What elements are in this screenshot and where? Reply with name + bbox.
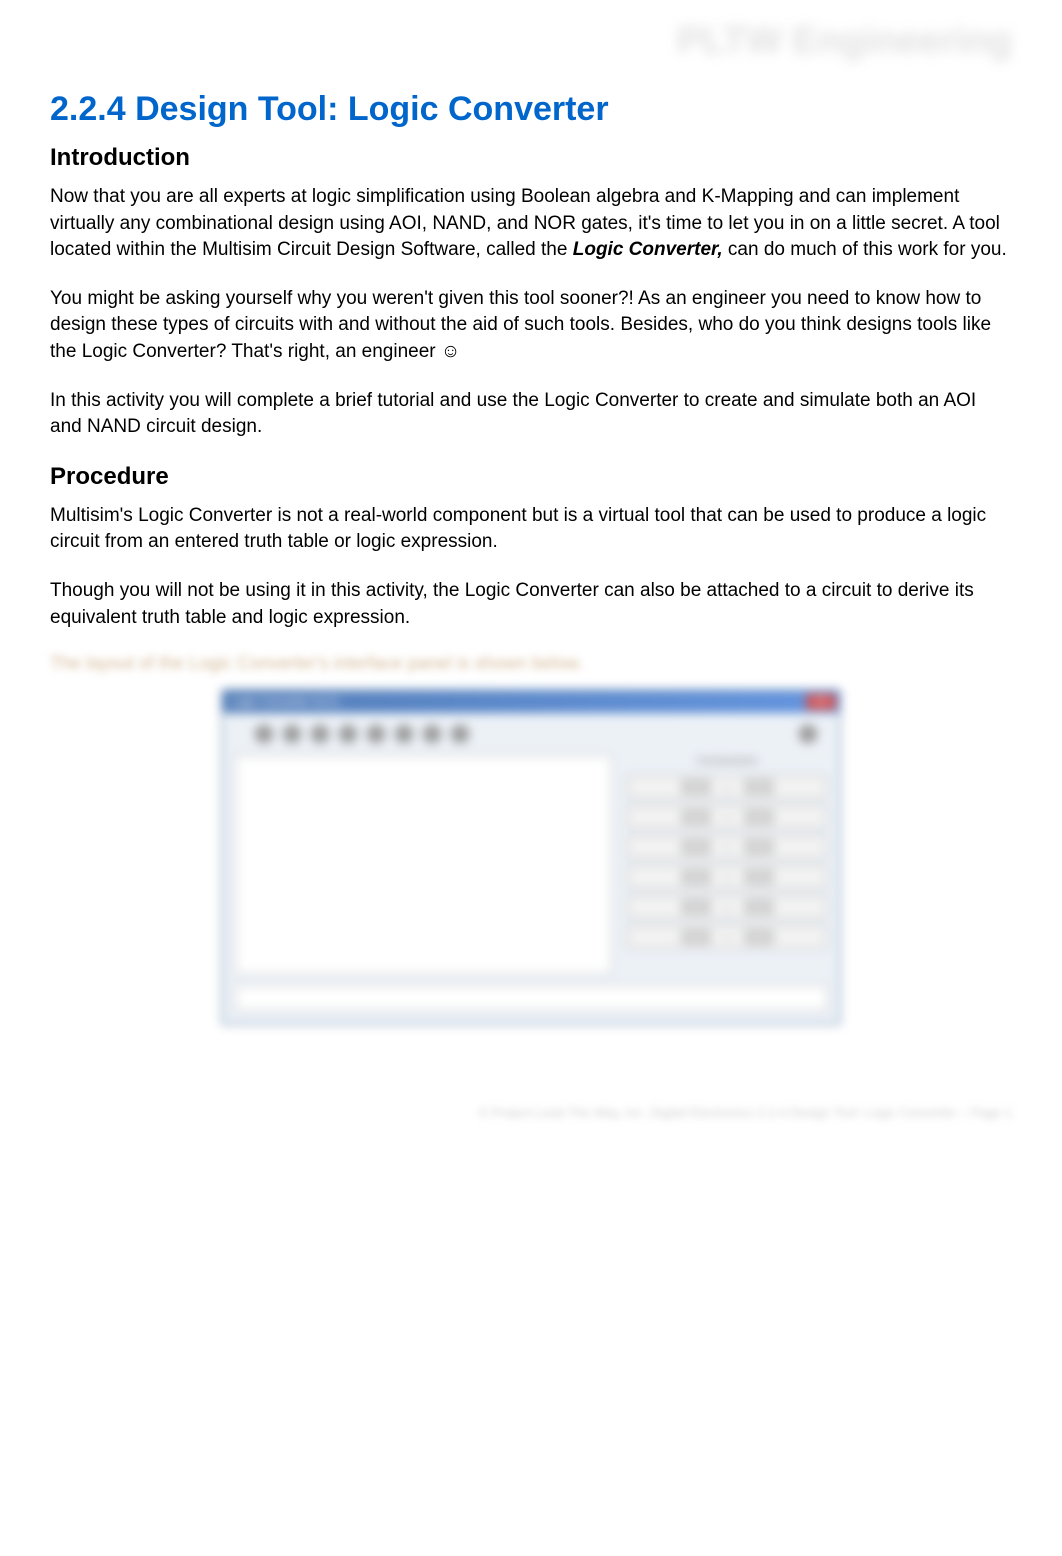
simp-expression-icon xyxy=(745,810,773,824)
watermark-logo: PLTW Engineering xyxy=(677,20,1012,63)
window-title: Logic Converter-XLC1 xyxy=(226,696,340,708)
truth-table-icon xyxy=(682,780,710,794)
expression-icon xyxy=(682,900,710,914)
close-icon[interactable]: X xyxy=(806,694,836,710)
logic-converter-term: Logic Converter, xyxy=(573,239,723,260)
conv-btn-tt-to-simp[interactable]: → xyxy=(627,805,827,829)
terminal-e[interactable] xyxy=(367,725,385,743)
expression-icon xyxy=(745,780,773,794)
terminal-g[interactable] xyxy=(423,725,441,743)
arrow-icon: → xyxy=(722,871,733,883)
arrow-icon: → xyxy=(722,931,733,943)
introduction-heading: Introduction xyxy=(50,144,1012,172)
conversions-label: Conversions xyxy=(627,755,827,767)
arrow-icon: → xyxy=(722,901,733,913)
truth-table-pane[interactable] xyxy=(235,755,612,975)
truth-table-icon xyxy=(745,840,773,854)
conversions-pane: Conversions → → xyxy=(627,755,827,975)
input-terminals-row xyxy=(235,725,827,743)
intro-p1-text-c: can do much of this work for you. xyxy=(723,239,1007,260)
terminal-c[interactable] xyxy=(311,725,329,743)
conv-btn-expr-to-circuit[interactable]: → xyxy=(627,865,827,889)
truth-table-icon xyxy=(745,930,773,944)
terminal-f[interactable] xyxy=(395,725,413,743)
procedure-heading: Procedure xyxy=(50,463,1012,491)
arrow-icon: → xyxy=(722,811,733,823)
conv-btn-expr-to-tt[interactable]: → xyxy=(627,835,827,859)
terminal-a[interactable] xyxy=(255,725,273,743)
truth-table-icon xyxy=(682,810,710,824)
expression-icon xyxy=(682,870,710,884)
conv-btn-expr-to-nand[interactable]: → xyxy=(627,895,827,919)
logic-converter-screenshot: Logic Converter-XLC1 X Conversions xyxy=(221,689,841,1025)
intro-paragraph-3: In this activity you will complete a bri… xyxy=(50,388,1012,441)
terminal-d[interactable] xyxy=(339,725,357,743)
window-frame: Logic Converter-XLC1 X Conversions xyxy=(221,689,841,1025)
intro-paragraph-2: You might be asking yourself why you wer… xyxy=(50,286,1012,366)
arrow-icon: → xyxy=(722,781,733,793)
page-title: 2.2.4 Design Tool: Logic Converter xyxy=(50,90,1012,129)
circuit-icon xyxy=(745,870,773,884)
procedure-paragraph-2: Though you will not be using it in this … xyxy=(50,578,1012,631)
procedure-paragraph-1: Multisim's Logic Converter is not a real… xyxy=(50,503,1012,556)
terminal-b[interactable] xyxy=(283,725,301,743)
page-footer: © Project Lead The Way, Inc. Digital Ele… xyxy=(50,1105,1012,1120)
main-area: Conversions → → xyxy=(235,755,827,975)
expression-icon xyxy=(682,840,710,854)
window-titlebar: Logic Converter-XLC1 X xyxy=(223,691,839,713)
terminal-h[interactable] xyxy=(451,725,469,743)
arrow-icon: → xyxy=(722,841,733,853)
conversion-buttons: → → → xyxy=(627,775,827,949)
conv-btn-tt-to-expr[interactable]: → xyxy=(627,775,827,799)
nand-icon xyxy=(745,900,773,914)
conv-btn-circuit-to-tt[interactable]: → xyxy=(627,925,827,949)
screenshot-caption: The layout of the Logic Converter's inte… xyxy=(50,653,1012,674)
window-body: Conversions → → xyxy=(223,713,839,1023)
circuit-icon xyxy=(682,930,710,944)
intro-paragraph-1: Now that you are all experts at logic si… xyxy=(50,184,1012,264)
expression-input[interactable] xyxy=(235,985,827,1011)
terminal-out[interactable] xyxy=(799,725,817,743)
